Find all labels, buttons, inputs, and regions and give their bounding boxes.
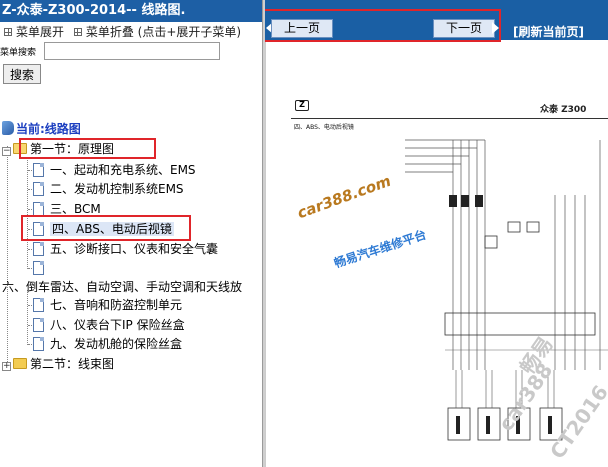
- tree-root: 当前:线路图: [0, 120, 262, 138]
- tree-item-label: 五、诊断接口、仪表和安全气囊: [50, 242, 219, 256]
- tree-item-label: 一、起动和充电系统、EMS: [50, 163, 196, 177]
- tree-item-label: 九、发动机舱的保险丝盒: [50, 337, 183, 351]
- wiring-diagram-page: Z 众泰 Z300 四、ABS、电动后视镜 畅易 car388 CT2016 c…: [265, 40, 608, 467]
- menu-tree: 当前:线路图: [0, 120, 262, 138]
- document-icon: [33, 318, 44, 332]
- next-page-button[interactable]: 下一页: [433, 19, 496, 38]
- document-icon: [33, 298, 44, 312]
- menu-expand-link[interactable]: 菜单展开: [16, 25, 64, 39]
- book-icon: [2, 121, 14, 135]
- tree-item[interactable]: 八、仪表台下IP 保险丝盒: [33, 315, 185, 335]
- tree-item[interactable]: 二、发动机控制系统EMS: [33, 179, 184, 199]
- header-rule: [291, 118, 608, 119]
- document-brand: 众泰 Z300: [540, 105, 587, 115]
- folder-open-icon: [13, 143, 27, 154]
- tree-item[interactable]: 三、BCM: [33, 199, 101, 219]
- panel-title: Z-众泰-Z300-2014-- 线路图.: [0, 0, 262, 22]
- tree-item[interactable]: 七、音响和防盗控制单元: [33, 295, 182, 315]
- document-icon: [33, 337, 44, 351]
- refresh-page-link[interactable]: [刷新当前页]: [513, 23, 584, 40]
- tree-item-label: 七、音响和防盗控制单元: [50, 298, 183, 312]
- tree-item-label: 八、仪表台下IP 保险丝盒: [50, 318, 185, 332]
- wire-group: [405, 139, 601, 370]
- tree-connector: [27, 157, 28, 269]
- tree-section-harness[interactable]: + 第二节：线束图: [2, 354, 114, 374]
- tree-item-label: 四、ABS、电动后视镜: [50, 222, 174, 236]
- menu-panel: Z-众泰-Z300-2014-- 线路图. 菜单展开 菜单折叠 (点击+展开子菜…: [0, 0, 262, 467]
- tree-section-schematics[interactable]: − 第一节：原理图: [2, 139, 114, 159]
- tree-connector: [27, 290, 28, 345]
- tree-connector: [7, 146, 8, 366]
- tree-item[interactable]: 九、发动机舱的保险丝盒: [33, 334, 182, 354]
- tree-item-selected[interactable]: 四、ABS、电动后视镜: [33, 219, 174, 239]
- arrow-right-icon[interactable]: [492, 22, 499, 34]
- menu-collapse-link[interactable]: 菜单折叠 (点击+展开子菜单): [86, 25, 241, 39]
- tree-item-label: 六、倒车雷达、自动空调、手动空调和天线放: [2, 280, 243, 294]
- document-icon: [33, 163, 44, 177]
- folder-icon: [13, 358, 27, 369]
- tree-section-label: 第二节：线束图: [30, 357, 115, 371]
- tree-item[interactable]: 一、起动和充电系统、EMS: [33, 160, 196, 180]
- tree-item-label: 二、发动机控制系统EMS: [50, 182, 184, 196]
- search-button[interactable]: 搜索: [3, 64, 42, 84]
- document-icon: [33, 202, 44, 216]
- tree-item[interactable]: [33, 258, 50, 278]
- document-section-title: 四、ABS、电动后视镜: [294, 124, 354, 131]
- collapse-toggle-icon[interactable]: −: [2, 147, 11, 156]
- tree-item-label: 三、BCM: [50, 202, 101, 216]
- search-input[interactable]: [44, 42, 220, 60]
- prev-page-button[interactable]: 上一页: [271, 19, 334, 38]
- search-label: 菜单搜索: [0, 47, 37, 58]
- tree-item[interactable]: 五、诊断接口、仪表和安全气囊: [33, 239, 218, 259]
- expand-toggle-icon[interactable]: +: [2, 362, 11, 371]
- document-icon: [33, 182, 44, 196]
- menu-controls: 菜单展开 菜单折叠 (点击+展开子菜单): [0, 22, 262, 42]
- brand-logo-icon: Z: [295, 100, 309, 111]
- tree-section-label: 第一节：原理图: [30, 142, 115, 156]
- document-icon: [33, 261, 44, 275]
- tree-root-link[interactable]: 当前:线路图: [16, 122, 81, 136]
- search-row: 菜单搜索: [0, 42, 262, 62]
- menu-grid-icon: [73, 28, 82, 36]
- content-panel: 上一页 下一页 [刷新当前页] Z 众泰 Z300 四、ABS、电动后视镜 畅易…: [265, 0, 608, 467]
- document-icon: [33, 242, 44, 256]
- tree-item[interactable]: 六、倒车雷达、自动空调、手动空调和天线放: [2, 277, 242, 297]
- page-nav-bar: 上一页 下一页 [刷新当前页]: [265, 0, 608, 40]
- menu-grid-icon: [4, 28, 12, 36]
- document-icon: [33, 222, 44, 236]
